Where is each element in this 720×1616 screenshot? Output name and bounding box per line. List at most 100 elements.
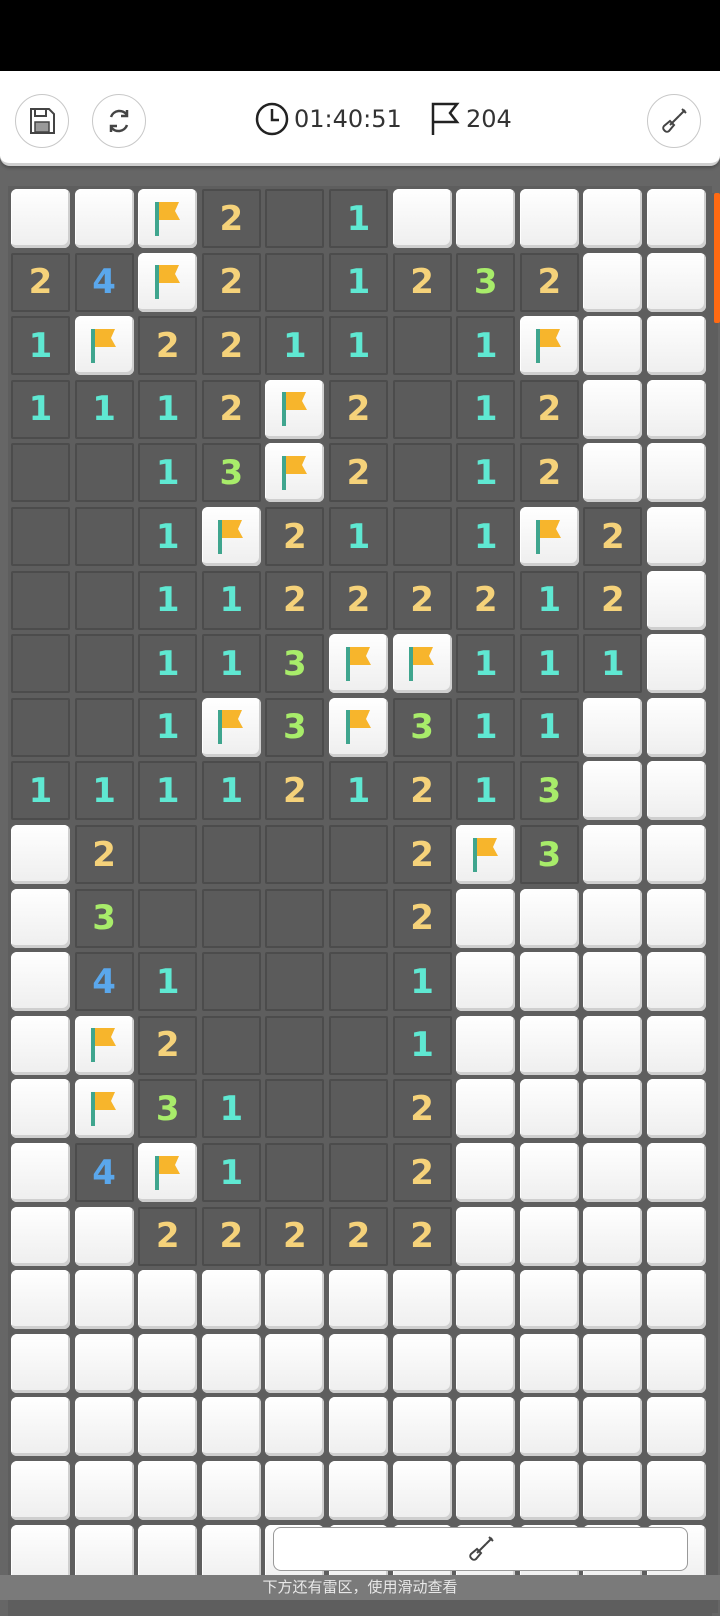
revealed-empty-cell[interactable] [201,888,261,948]
revealed-number-cell[interactable]: 2 [392,888,452,948]
revealed-number-cell[interactable]: 2 [392,1143,452,1202]
flagged-cell[interactable] [201,507,261,566]
covered-cell[interactable] [647,316,706,376]
flagged-cell[interactable] [519,507,579,566]
covered-cell[interactable] [329,1270,388,1330]
covered-cell[interactable] [74,189,134,248]
flagged-cell[interactable] [74,316,134,376]
revealed-number-cell[interactable]: 3 [519,825,579,884]
flagged-cell[interactable] [519,316,579,376]
revealed-number-cell[interactable]: 1 [138,697,198,757]
revealed-empty-cell[interactable] [265,252,325,312]
revealed-number-cell[interactable]: 1 [583,634,643,694]
revealed-number-cell[interactable]: 1 [392,1015,452,1075]
revealed-number-cell[interactable]: 4 [74,252,134,312]
revealed-number-cell[interactable]: 1 [456,634,516,694]
revealed-empty-cell[interactable] [392,316,452,376]
revealed-number-cell[interactable]: 2 [265,570,325,630]
covered-cell[interactable] [647,825,706,884]
covered-cell[interactable] [456,189,516,248]
covered-cell[interactable] [647,1333,706,1393]
revealed-number-cell[interactable]: 1 [329,761,388,821]
revealed-number-cell[interactable]: 1 [265,316,325,376]
revealed-number-cell[interactable]: 1 [456,316,516,376]
revealed-number-cell[interactable]: 1 [74,761,134,821]
covered-cell[interactable] [11,1333,70,1393]
revealed-empty-cell[interactable] [265,1079,325,1139]
covered-cell[interactable] [392,1270,452,1330]
covered-cell[interactable] [647,1270,706,1330]
revealed-empty-cell[interactable] [265,1143,325,1202]
revealed-number-cell[interactable]: 2 [201,379,261,439]
revealed-empty-cell[interactable] [11,443,70,503]
revealed-number-cell[interactable]: 2 [138,1015,198,1075]
covered-cell[interactable] [583,189,643,248]
covered-cell[interactable] [74,1397,134,1457]
revealed-empty-cell[interactable] [392,443,452,503]
covered-cell[interactable] [519,1143,579,1202]
covered-cell[interactable] [583,1270,643,1330]
revealed-number-cell[interactable]: 2 [265,507,325,566]
revealed-number-cell[interactable]: 1 [11,316,70,376]
revealed-empty-cell[interactable] [138,888,198,948]
covered-cell[interactable] [138,1333,198,1393]
covered-cell[interactable] [647,1015,706,1075]
revealed-empty-cell[interactable] [329,1143,388,1202]
revealed-number-cell[interactable]: 2 [329,570,388,630]
revealed-empty-cell[interactable] [265,825,325,884]
covered-cell[interactable] [583,825,643,884]
covered-cell[interactable] [456,1270,516,1330]
scrollbar-thumb[interactable] [714,193,720,323]
revealed-empty-cell[interactable] [11,697,70,757]
revealed-number-cell[interactable]: 1 [138,761,198,821]
covered-cell[interactable] [647,634,706,694]
revealed-number-cell[interactable]: 1 [74,379,134,439]
covered-cell[interactable] [456,1461,516,1520]
covered-cell[interactable] [519,1015,579,1075]
revealed-number-cell[interactable]: 1 [456,697,516,757]
covered-cell[interactable] [392,1333,452,1393]
revealed-number-cell[interactable]: 4 [74,1143,134,1202]
revealed-empty-cell[interactable] [265,888,325,948]
covered-cell[interactable] [456,1397,516,1457]
covered-cell[interactable] [647,888,706,948]
covered-cell[interactable] [329,1397,388,1457]
covered-cell[interactable] [11,1015,70,1075]
covered-cell[interactable] [519,1397,579,1457]
covered-cell[interactable] [138,1461,198,1520]
covered-cell[interactable] [138,1397,198,1457]
revealed-number-cell[interactable]: 3 [456,252,516,312]
covered-cell[interactable] [583,761,643,821]
covered-cell[interactable] [201,1333,261,1393]
revealed-number-cell[interactable]: 2 [138,316,198,376]
revealed-number-cell[interactable]: 1 [519,634,579,694]
covered-cell[interactable] [519,189,579,248]
covered-cell[interactable] [583,443,643,503]
covered-cell[interactable] [647,1206,706,1266]
revealed-number-cell[interactable]: 3 [265,634,325,694]
covered-cell[interactable] [583,1333,643,1393]
revealed-empty-cell[interactable] [201,952,261,1012]
flagged-cell[interactable] [201,697,261,757]
covered-cell[interactable] [583,252,643,312]
covered-cell[interactable] [519,952,579,1012]
covered-cell[interactable] [519,1206,579,1266]
revealed-number-cell[interactable]: 2 [392,252,452,312]
revealed-number-cell[interactable]: 2 [138,1206,198,1266]
revealed-empty-cell[interactable] [201,825,261,884]
revealed-number-cell[interactable]: 2 [11,252,70,312]
revealed-number-cell[interactable]: 2 [392,570,452,630]
revealed-number-cell[interactable]: 2 [329,443,388,503]
revealed-empty-cell[interactable] [329,1079,388,1139]
covered-cell[interactable] [11,1143,70,1202]
covered-cell[interactable] [392,1397,452,1457]
revealed-number-cell[interactable]: 1 [201,1143,261,1202]
revealed-number-cell[interactable]: 3 [74,888,134,948]
revealed-number-cell[interactable]: 1 [138,952,198,1012]
revealed-number-cell[interactable]: 4 [74,952,134,1012]
covered-cell[interactable] [583,697,643,757]
covered-cell[interactable] [456,888,516,948]
covered-cell[interactable] [519,888,579,948]
revealed-number-cell[interactable]: 1 [456,761,516,821]
revealed-number-cell[interactable]: 2 [392,1206,452,1266]
